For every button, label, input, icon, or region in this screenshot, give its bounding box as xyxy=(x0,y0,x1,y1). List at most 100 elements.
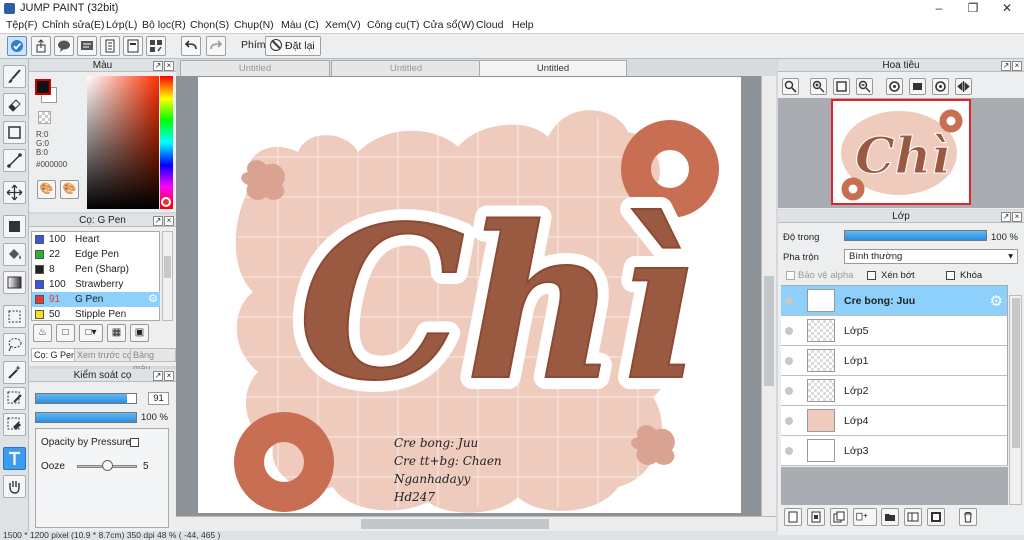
foreground-swatch-front[interactable] xyxy=(35,79,51,95)
add-layer-menu-icon[interactable] xyxy=(853,508,877,526)
layer-opacity-slider[interactable] xyxy=(844,230,987,241)
close-panel-icon[interactable]: × xyxy=(1012,61,1022,71)
rotate-right-icon[interactable] xyxy=(932,78,949,95)
lock-checkbox[interactable] xyxy=(946,271,955,280)
fill-rect-tool-icon[interactable] xyxy=(3,215,26,238)
scroll-thumb[interactable] xyxy=(1012,298,1020,448)
saturation-value-picker[interactable] xyxy=(87,76,159,209)
float-icon[interactable]: ↗ xyxy=(153,61,163,71)
menu-file[interactable]: Tệp(F) xyxy=(6,19,38,31)
copy-layer-icon[interactable] xyxy=(830,508,848,526)
reset-button[interactable]: Đặt lại xyxy=(265,36,321,56)
undo-icon[interactable] xyxy=(181,36,201,56)
menu-cloud[interactable]: Cloud xyxy=(476,19,503,31)
select-eraser-tool-icon[interactable] xyxy=(3,413,26,436)
merge-layer-icon[interactable] xyxy=(904,508,922,526)
magic-wand-tool-icon[interactable] xyxy=(3,361,26,384)
visibility-icon[interactable] xyxy=(785,297,793,305)
brush-menu-icon[interactable]: □▾ xyxy=(79,324,103,342)
layer-folder-icon[interactable] xyxy=(881,508,899,526)
fit-window-icon[interactable] xyxy=(909,78,926,95)
brush-item[interactable]: 22 Edge Pen xyxy=(32,247,160,262)
close-icon[interactable]: ✕ xyxy=(990,0,1024,17)
float-icon[interactable]: ↗ xyxy=(1001,61,1011,71)
flip-icon[interactable] xyxy=(955,78,972,95)
clipping-checkbox[interactable] xyxy=(867,271,876,280)
menu-filter[interactable]: Bộ lọc(R) xyxy=(142,19,186,31)
transparent-swatch[interactable] xyxy=(38,111,51,124)
select-rect-tool-icon[interactable] xyxy=(3,305,26,328)
brush-item[interactable]: 8 Pen (Sharp) xyxy=(32,262,160,277)
layer-list-scrollbar[interactable] xyxy=(1009,295,1022,505)
palette-settings-icon[interactable]: 🎨 xyxy=(60,180,79,199)
opacity-pressure-checkbox[interactable] xyxy=(130,438,139,447)
new-raster-layer-icon[interactable] xyxy=(807,508,825,526)
float-icon[interactable]: ↗ xyxy=(153,371,163,381)
tab-document-1[interactable]: Untitled xyxy=(180,60,330,76)
navigator-thumbnail[interactable]: Chì xyxy=(831,99,971,205)
text-tool-icon[interactable] xyxy=(3,447,26,470)
scroll-thumb[interactable] xyxy=(764,276,774,386)
brush-opacity-slider[interactable] xyxy=(35,412,137,423)
layer-row[interactable]: Lớp1 xyxy=(781,346,1007,376)
redo-icon[interactable] xyxy=(206,36,226,56)
brush-size-slider[interactable] xyxy=(35,393,137,404)
layer-row[interactable]: Lớp4 xyxy=(781,406,1007,436)
visibility-icon[interactable] xyxy=(785,357,793,365)
visibility-icon[interactable] xyxy=(785,447,793,455)
page-icon[interactable] xyxy=(123,36,143,56)
menu-help[interactable]: Help xyxy=(512,19,534,31)
brush-item-selected[interactable]: 91 G Pen ⚙ xyxy=(32,292,160,307)
hue-slider[interactable] xyxy=(160,76,173,209)
navigator-preview-area[interactable]: Chì xyxy=(778,98,1024,208)
checkmark-icon[interactable] xyxy=(7,36,27,56)
gradient-tool-icon[interactable] xyxy=(3,271,26,294)
tab-document-2[interactable]: Untitled xyxy=(331,60,481,76)
close-panel-icon[interactable]: × xyxy=(1012,212,1022,222)
menu-view[interactable]: Xem(V) xyxy=(325,19,361,31)
brush-list-scrollbar[interactable] xyxy=(162,231,173,321)
visibility-icon[interactable] xyxy=(785,417,793,425)
blend-mode-select[interactable]: Bình thường ▾ xyxy=(844,249,1018,264)
new-layer-icon[interactable] xyxy=(784,508,802,526)
layer-row[interactable]: Lớp2 xyxy=(781,376,1007,406)
visibility-icon[interactable] xyxy=(785,387,793,395)
move-tool-icon[interactable] xyxy=(3,181,26,204)
gear-icon[interactable]: ⚙ xyxy=(148,292,158,307)
float-icon[interactable]: ↗ xyxy=(1001,212,1011,222)
minimize-icon[interactable]: – xyxy=(922,0,956,17)
lasso-tool-icon[interactable] xyxy=(3,333,26,356)
hotkey-label[interactable]: Phím xyxy=(241,39,266,51)
zoom-search-icon[interactable] xyxy=(782,78,799,95)
hue-knob[interactable] xyxy=(161,197,171,207)
ooze-knob[interactable] xyxy=(102,460,113,471)
menu-edit[interactable]: Chỉnh sửa(E) xyxy=(42,19,104,31)
tab-brush-preview[interactable]: Xem trước cọ xyxy=(74,348,135,362)
brush-item[interactable]: 100 Heart xyxy=(32,232,160,247)
select-pen-tool-icon[interactable] xyxy=(3,387,26,410)
menu-capture[interactable]: Chụp(N) xyxy=(234,19,274,31)
menu-select[interactable]: Chọn(S) xyxy=(190,19,229,31)
tab-document-3[interactable]: Untitled xyxy=(479,60,627,76)
bucket-tool-icon[interactable] xyxy=(3,243,26,266)
layer-row-selected[interactable]: Cre bong: Juu ⚙ xyxy=(781,286,1007,316)
menu-tools[interactable]: Công cụ(T) xyxy=(367,19,420,31)
menu-window[interactable]: Cửa sổ(W) xyxy=(423,19,474,31)
brush-size-value[interactable]: 91 xyxy=(148,392,169,405)
document-icon[interactable] xyxy=(100,36,120,56)
layer-row[interactable]: Lớp5 xyxy=(781,316,1007,346)
protect-alpha-checkbox[interactable] xyxy=(786,271,795,280)
brush-tool-icon[interactable] xyxy=(3,65,26,88)
zoom-out-icon[interactable] xyxy=(856,78,873,95)
folder-icon[interactable]: ▣ xyxy=(130,324,149,342)
canvas-paper[interactable]: Chì Chì Cre bong: Juu Cre tt+bg: Chaen N… xyxy=(198,77,741,513)
scroll-thumb[interactable] xyxy=(164,256,171,278)
hand-tool-icon[interactable] xyxy=(3,475,26,498)
fit-screen-icon[interactable] xyxy=(833,78,850,95)
maximize-icon[interactable]: ❐ xyxy=(956,0,990,17)
close-panel-icon[interactable]: × xyxy=(164,371,174,381)
zoom-in-icon[interactable] xyxy=(810,78,827,95)
rotate-left-icon[interactable] xyxy=(886,78,903,95)
comment-icon[interactable] xyxy=(54,36,74,56)
layer-mask-icon[interactable] xyxy=(927,508,945,526)
